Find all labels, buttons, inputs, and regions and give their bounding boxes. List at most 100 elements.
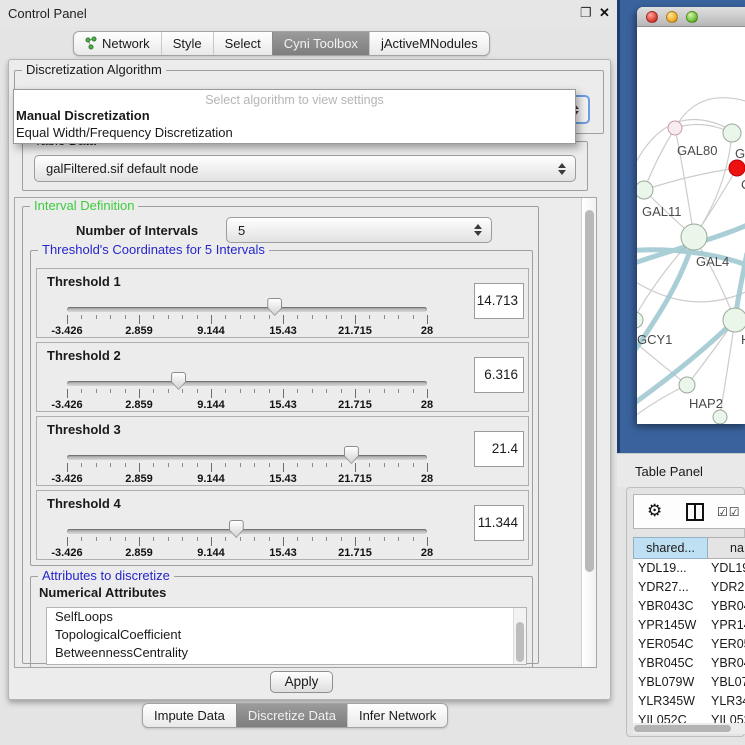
- table-row[interactable]: YPR145W YPR145W: [633, 616, 745, 635]
- threshold-1-ticks: [67, 315, 427, 324]
- node-bottom-right[interactable]: [713, 410, 727, 424]
- dropdown-option-equal-width-frequency[interactable]: Equal Width/Frequency Discretization: [14, 124, 575, 141]
- algorithm-dropdown-popup: Select algorithm to view settings Manual…: [13, 89, 576, 144]
- close-icon[interactable]: ✕: [599, 5, 610, 21]
- table-data-combobox[interactable]: galFiltered.sif default node: [34, 155, 576, 182]
- gear-icon[interactable]: ⚙: [647, 501, 662, 521]
- threshold-3-slider-track[interactable]: [67, 455, 427, 460]
- table-column-headers: shared... na: [633, 537, 745, 559]
- table-row[interactable]: YER054C YER054C: [633, 635, 745, 654]
- table-row[interactable]: YIL052C YIL052C: [633, 711, 745, 723]
- control-panel-title: Control Panel: [8, 6, 87, 21]
- threshold-4-slider-track[interactable]: [67, 529, 427, 534]
- table-row[interactable]: YBR043C YBR043C: [633, 597, 745, 616]
- float-window-icon[interactable]: ❐: [580, 5, 592, 21]
- number-of-intervals-label: Number of Intervals: [76, 223, 198, 238]
- dropdown-option-manual-discretization[interactable]: Manual Discretization: [14, 107, 575, 124]
- node-gal80[interactable]: [668, 121, 682, 135]
- threshold-3-tick-labels: -3.4262.8599.14415.4321.71528: [67, 473, 427, 485]
- threshold-2-value-field[interactable]: 6.316: [474, 357, 524, 393]
- minimize-traffic-light-icon[interactable]: [666, 11, 678, 23]
- threshold-4-value-field[interactable]: 11.344: [474, 505, 524, 541]
- table-row[interactable]: YDR27... YDR27...: [633, 578, 745, 597]
- numerical-attributes-list[interactable]: SelfLoops TopologicalCoefficient Between…: [46, 607, 527, 665]
- list-item[interactable]: TopologicalCoefficient: [47, 626, 526, 644]
- threshold-2-tick-labels: -3.4262.8599.14415.4321.71528: [67, 399, 427, 411]
- node-label-partial-h: H: [741, 332, 745, 347]
- node-red-selected[interactable]: [729, 160, 745, 176]
- threshold-2-slider-track[interactable]: [67, 381, 427, 386]
- list-item[interactable]: SelfLoops: [47, 608, 526, 626]
- node-h[interactable]: [723, 308, 745, 332]
- thresholds-group-title: Threshold's Coordinates for 5 Intervals: [38, 243, 269, 257]
- column-header-shared-name[interactable]: shared...: [633, 537, 708, 559]
- attributes-group: Attributes to discretize Numerical Attri…: [30, 576, 533, 668]
- network-view-window[interactable]: GAL80 GA C GAL11 GAL4 GCY1 H HAP2: [637, 7, 745, 424]
- table-row[interactable]: YLR345W YLR345W: [633, 692, 745, 711]
- table-row[interactable]: YBR045C YBR045C: [633, 654, 745, 673]
- close-traffic-light-icon[interactable]: [646, 11, 658, 23]
- table-panel: ⚙ ☑☑ shared... na YDL19... YDL19... YDR2…: [626, 487, 745, 737]
- zoom-traffic-light-icon[interactable]: [686, 11, 698, 23]
- network-window-titlebar[interactable]: [637, 7, 745, 27]
- select-columns-checkboxes-icon[interactable]: ☑☑: [717, 505, 741, 519]
- control-panel-tabs: Network Style Select Cyni Toolbox jActiv…: [73, 31, 490, 56]
- threshold-1-row: Threshold 1 -3.4262.8599.14415.4321.7152…: [36, 268, 529, 338]
- network-icon: [85, 36, 97, 53]
- threshold-1-slider-track[interactable]: [67, 307, 427, 312]
- tab-style[interactable]: Style: [161, 32, 213, 55]
- node-gal11[interactable]: [637, 181, 653, 199]
- tab-select[interactable]: Select: [213, 32, 272, 55]
- settings-vertical-scrollbar[interactable]: [581, 198, 596, 667]
- apply-button[interactable]: Apply: [270, 671, 333, 693]
- dropdown-placeholder-option[interactable]: Select algorithm to view settings: [14, 90, 575, 107]
- network-graph: GAL80 GA C GAL11 GAL4 GCY1 H HAP2: [637, 27, 745, 424]
- table-row[interactable]: YBL079W YBL079W: [633, 673, 745, 692]
- node-label-hap2: HAP2: [689, 396, 723, 411]
- network-canvas[interactable]: GAL80 GA C GAL11 GAL4 GCY1 H HAP2: [637, 27, 745, 424]
- table-rows: YDL19... YDL19... YDR27... YDR27... YBR0…: [633, 559, 745, 723]
- threshold-3-row: Threshold 3 -3.4262.8599.14415.4321.7152…: [36, 416, 529, 486]
- tab-cyni-toolbox[interactable]: Cyni Toolbox: [272, 32, 369, 55]
- tab-network[interactable]: Network: [74, 32, 161, 55]
- stepper-arrows-icon: [474, 224, 482, 236]
- number-of-intervals-combobox[interactable]: 5: [226, 217, 492, 243]
- numerical-attributes-label: Numerical Attributes: [39, 585, 166, 600]
- tab-discretize-data[interactable]: Discretize Data: [236, 704, 347, 727]
- column-layout-icon[interactable]: [686, 503, 704, 524]
- threshold-3-ticks: [67, 463, 427, 472]
- node-label-partial-top: GA: [735, 146, 745, 161]
- table-horizontal-scrollbar[interactable]: [633, 723, 745, 734]
- interval-definition-group: Interval Definition Number of Intervals …: [22, 206, 539, 664]
- table-toolbar: ⚙ ☑☑: [633, 494, 745, 529]
- table-row[interactable]: YDL19... YDL19...: [633, 559, 745, 578]
- column-header-name[interactable]: na: [708, 537, 745, 559]
- control-panel-titlebar: Control Panel ❐ ✕: [0, 0, 617, 27]
- tab-impute-data[interactable]: Impute Data: [143, 704, 236, 727]
- node-label-partial-mid: C: [741, 177, 745, 192]
- node-gcy1[interactable]: [637, 312, 643, 328]
- list-item[interactable]: BetweennessCentrality: [47, 644, 526, 662]
- node-label-gal80: GAL80: [677, 143, 717, 158]
- scrollbar-thumb[interactable]: [634, 725, 731, 732]
- stepper-arrows-icon: [558, 163, 566, 175]
- node-gal4[interactable]: [681, 224, 707, 250]
- interval-definition-title: Interval Definition: [30, 199, 138, 213]
- tab-jactivemnodules[interactable]: jActiveMNodules: [369, 32, 489, 55]
- threshold-1-slider-thumb[interactable]: [267, 298, 282, 316]
- scrollbar-thumb[interactable]: [585, 210, 594, 572]
- node-hap2[interactable]: [679, 377, 695, 393]
- threshold-2-slider-thumb[interactable]: [171, 372, 186, 390]
- threshold-3-slider-thumb[interactable]: [344, 446, 359, 464]
- node-label-gal11: GAL11: [642, 204, 682, 219]
- threshold-3-value-field[interactable]: 21.4: [474, 431, 524, 467]
- node-top-right[interactable]: [723, 124, 741, 142]
- scrollbar-thumb[interactable]: [516, 622, 524, 662]
- threshold-4-slider-thumb[interactable]: [229, 520, 244, 538]
- attributes-scrollbar[interactable]: [513, 608, 526, 664]
- threshold-1-value-field[interactable]: 14.713: [474, 283, 524, 319]
- node-label-gcy1: GCY1: [637, 332, 672, 347]
- cytoscape-desktop-background: GAL80 GA C GAL11 GAL4 GCY1 H HAP2: [617, 0, 745, 453]
- tab-infer-network[interactable]: Infer Network: [347, 704, 447, 727]
- threshold-4-tick-labels: -3.4262.8599.14415.4321.71528: [67, 547, 427, 559]
